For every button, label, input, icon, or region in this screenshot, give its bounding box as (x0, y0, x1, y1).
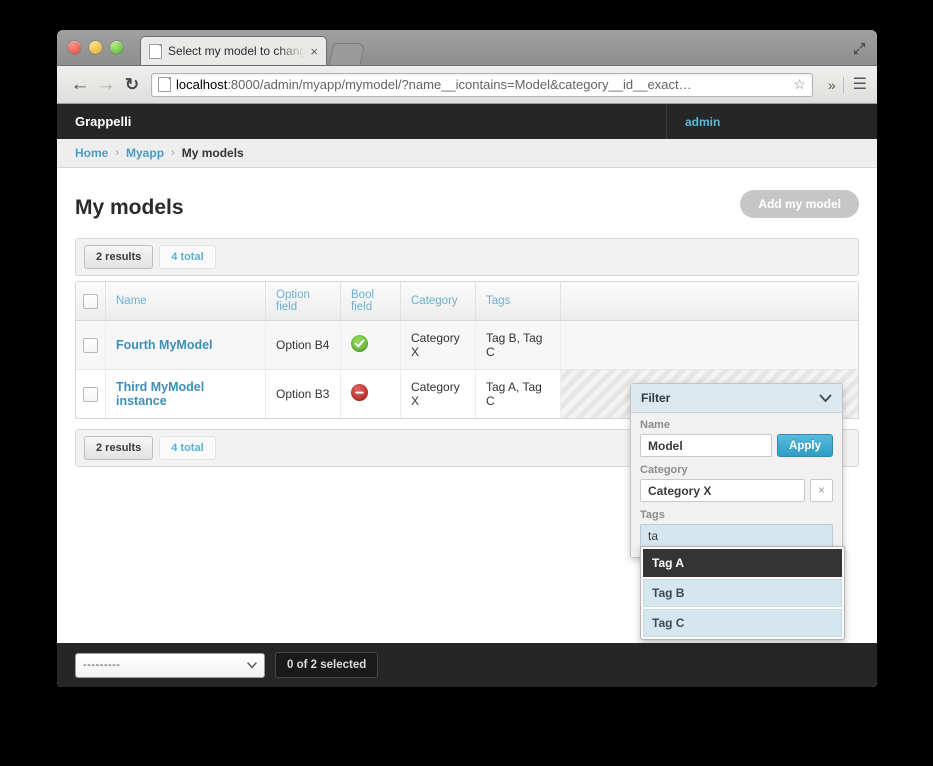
address-bar[interactable]: localhost:8000/admin/myapp/mymodel/?name… (151, 72, 813, 97)
category-filter-label: Category (640, 464, 688, 476)
close-window-button[interactable] (68, 41, 81, 54)
table-header-row: Name Option field Bool field Category Ta… (76, 282, 858, 321)
autocomplete-option-tag-b[interactable]: Tag B (643, 579, 842, 607)
cell-name: Fourth MyModel (106, 321, 266, 370)
name-filter-label: Name (640, 419, 670, 431)
row-select-cell (76, 321, 106, 370)
url-text: localhost:8000/admin/myapp/mymodel/?name… (176, 77, 789, 92)
close-tab-icon[interactable]: × (308, 45, 320, 58)
admin-header: Grappelli admin (57, 104, 877, 139)
browser-tabstrip: Select my model to change × (57, 30, 877, 66)
action-bar: --------- 0 of 2 selected (57, 643, 877, 687)
breadcrumb-home[interactable]: Home (75, 146, 108, 160)
browser-tab[interactable]: Select my model to change × (140, 36, 327, 65)
breadcrumb: Home › Myapp › My models (57, 139, 877, 168)
table-row: Fourth MyModel Option B4 Category X Tag … (76, 321, 858, 370)
page-info-icon (158, 77, 171, 92)
url-path: :8000/admin/myapp/mymodel/?name__icontai… (227, 77, 692, 92)
bool-false-icon (351, 384, 368, 401)
breadcrumb-current: My models (181, 146, 244, 160)
row-link[interactable]: Third MyModel instance (116, 380, 204, 408)
apply-button[interactable]: Apply (777, 434, 833, 457)
results-toolbar-top: 2 results 4 total (75, 238, 859, 276)
action-select-value: --------- (83, 659, 121, 671)
filter-group-name: Name Model Apply (640, 419, 833, 457)
name-filter-input[interactable]: Model (640, 434, 773, 457)
action-select[interactable]: --------- (75, 652, 265, 678)
row-checkbox[interactable] (83, 386, 98, 402)
add-my-model-button[interactable]: Add my model (740, 190, 859, 218)
filter-panel-header[interactable]: Filter (631, 384, 842, 413)
cell-name: Third MyModel instance (106, 370, 266, 418)
changelist-content: My models Add my model 2 results 4 total… (57, 168, 877, 643)
column-header-filler (561, 282, 858, 321)
filter-panel: Filter Name Model Apply Category Categor… (630, 383, 845, 640)
results-count-bottom[interactable]: 2 results (84, 436, 154, 460)
browser-window: Select my model to change × ← → ↻ localh… (57, 30, 877, 687)
tags-autocomplete-list: Tag A Tag B Tag C (640, 546, 845, 640)
tags-filter-label: Tags (640, 509, 665, 521)
autocomplete-option-tag-c[interactable]: Tag C (643, 609, 842, 637)
column-header-name[interactable]: Name (106, 282, 266, 321)
cell-category: Category X (401, 370, 476, 418)
filter-group-category: Category Category X × (640, 464, 833, 502)
filter-title: Filter (641, 391, 671, 405)
breadcrumb-app[interactable]: Myapp (126, 146, 164, 160)
back-button[interactable]: ← (67, 74, 93, 96)
filter-group-tags: Tags ta Tag A Tag B Tag C (640, 509, 845, 640)
cell-filler (561, 321, 858, 370)
overflow-chevron-icon[interactable]: » (821, 77, 843, 93)
filter-panel-body: Name Model Apply Category Category X × T… (631, 413, 845, 640)
column-header-tags[interactable]: Tags (476, 282, 561, 321)
bookmark-star-icon[interactable]: ☆ (789, 76, 806, 93)
bool-true-icon (351, 335, 368, 352)
page-viewport: Grappelli admin Home › Myapp › My models… (57, 104, 877, 687)
url-host: localhost (176, 77, 228, 92)
new-tab-button[interactable] (328, 43, 366, 65)
row-link[interactable]: Fourth MyModel (116, 338, 213, 352)
breadcrumb-separator-icon: › (115, 147, 120, 159)
forward-button[interactable]: → (93, 74, 119, 96)
cell-tags: Tag B, Tag C (476, 321, 561, 370)
chevron-down-icon (247, 661, 257, 668)
cell-option-field: Option B3 (266, 370, 341, 418)
reload-button[interactable]: ↻ (119, 75, 145, 95)
cell-bool-field (341, 370, 401, 418)
select-all-checkbox[interactable] (83, 293, 98, 309)
page-favicon-icon (149, 43, 162, 59)
cell-category: Category X (401, 321, 476, 370)
tab-title: Select my model to change (168, 44, 309, 58)
clear-category-icon[interactable]: × (810, 479, 833, 502)
row-select-cell (76, 370, 106, 418)
window-controls (68, 41, 123, 54)
column-header-category[interactable]: Category (401, 282, 476, 321)
minimize-window-button[interactable] (89, 41, 102, 54)
column-header-option-field[interactable]: Option field (266, 282, 341, 321)
total-count-top[interactable]: 4 total (159, 245, 216, 269)
browser-toolbar: ← → ↻ localhost:8000/admin/myapp/mymodel… (57, 66, 877, 104)
column-header-bool-field[interactable]: Bool field (341, 282, 401, 321)
user-tools: admin (666, 104, 877, 139)
user-link[interactable]: admin (685, 115, 720, 129)
maximize-window-button[interactable] (110, 41, 123, 54)
cell-tags: Tag A, Tag C (476, 370, 561, 418)
tags-filter-input[interactable]: ta (640, 524, 833, 547)
cell-bool-field (341, 321, 401, 370)
select-all-header (76, 282, 106, 321)
brand-logo: Grappelli (75, 114, 132, 129)
chevron-down-icon[interactable] (819, 394, 832, 403)
hamburger-menu-icon[interactable]: ☰ (842, 76, 867, 93)
results-count-top[interactable]: 2 results (84, 245, 154, 269)
row-checkbox[interactable] (83, 337, 98, 353)
selected-count-badge: 0 of 2 selected (275, 652, 379, 678)
fullscreen-icon[interactable] (852, 41, 867, 56)
total-count-bottom[interactable]: 4 total (159, 436, 216, 460)
cell-option-field: Option B4 (266, 321, 341, 370)
category-filter-input[interactable]: Category X (640, 479, 805, 502)
autocomplete-option-tag-a[interactable]: Tag A (643, 549, 842, 577)
breadcrumb-separator-icon: › (171, 147, 175, 159)
